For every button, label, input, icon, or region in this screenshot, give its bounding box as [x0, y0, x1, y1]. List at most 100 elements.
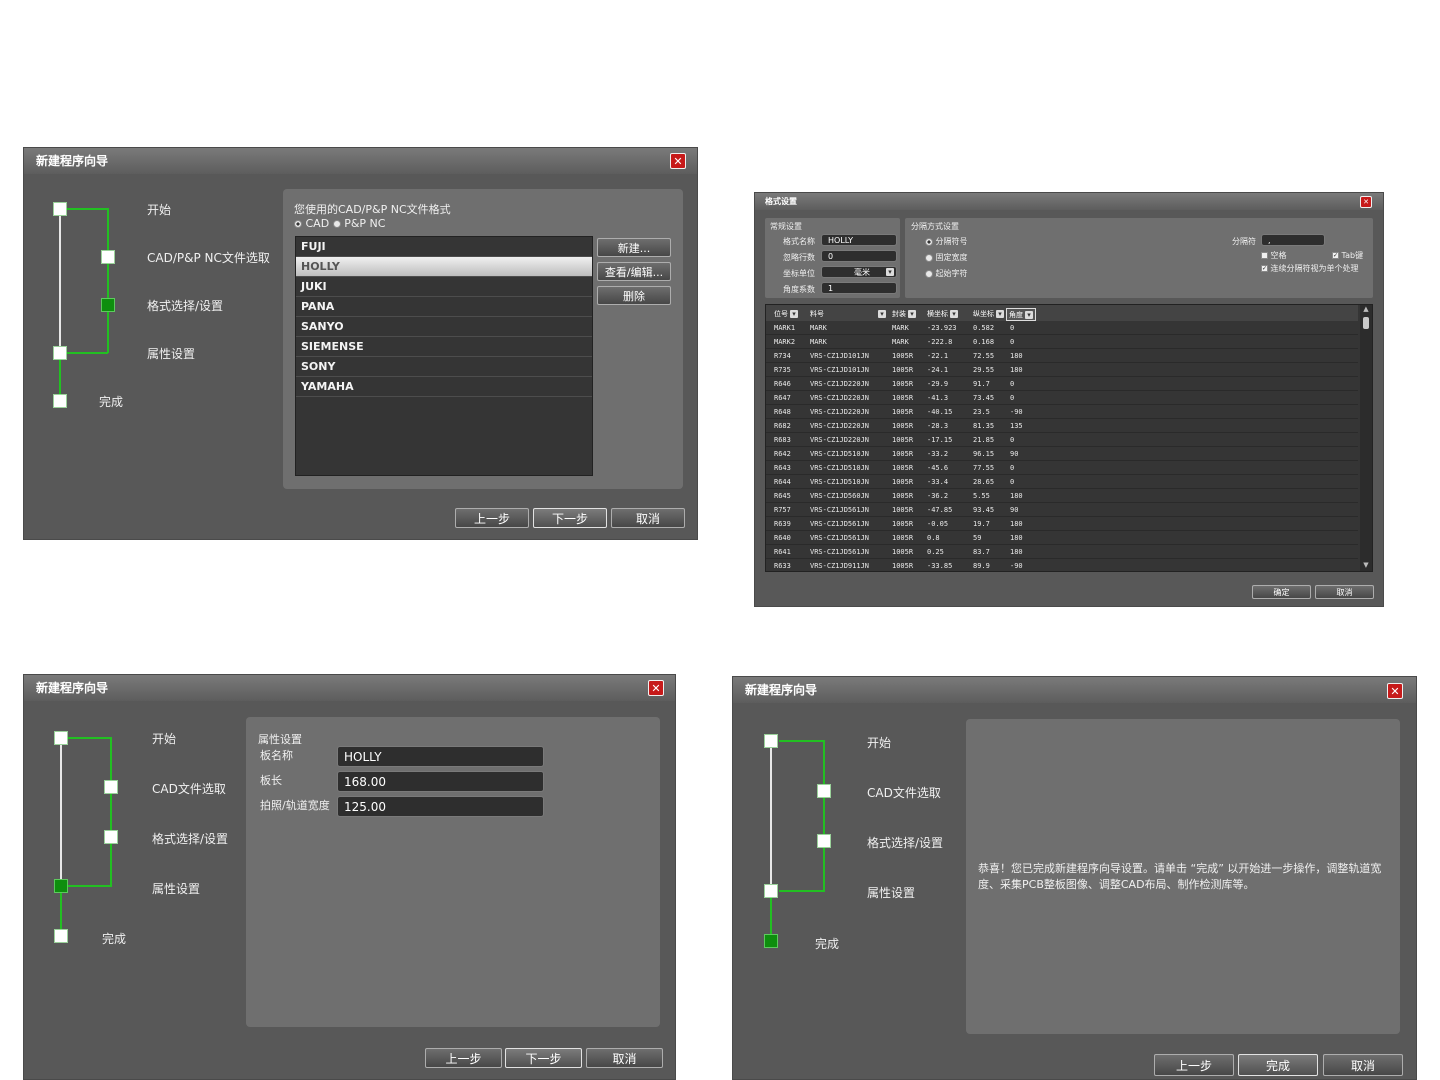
list-item[interactable]: JUKI: [296, 277, 592, 297]
angle-factor-field[interactable]: 1: [821, 282, 897, 294]
delete-format-button[interactable]: 删除: [597, 286, 671, 305]
table-row[interactable]: R734 VRS-CZ1JD101JN 1005R -22.1 72.55 180: [766, 349, 1358, 363]
list-item[interactable]: HOLLY: [296, 257, 592, 277]
close-icon[interactable]: ✕: [670, 153, 686, 169]
space-checkbox[interactable]: [1261, 252, 1268, 259]
step-label-done: 完成: [102, 932, 127, 946]
edit-format-button[interactable]: 查看/编辑...: [597, 262, 671, 281]
cancel-button[interactable]: 取消: [586, 1048, 663, 1068]
column-header[interactable]: 位号 ▾: [774, 308, 798, 319]
table-cell: 90: [1010, 450, 1019, 458]
list-item[interactable]: PANA: [296, 297, 592, 317]
table-row[interactable]: R683 VRS-CZ1JD220JN 1005R -17.15 21.85 0: [766, 433, 1358, 447]
table-cell: 180: [1010, 352, 1023, 360]
next-button[interactable]: 下一步: [533, 508, 607, 528]
list-item[interactable]: FUJI: [296, 237, 592, 257]
scroll-thumb[interactable]: [1363, 317, 1369, 329]
prev-button[interactable]: 上一步: [1154, 1054, 1234, 1076]
table-row[interactable]: R757 VRS-CZ1JD561JN 1005R -47.85 93.45 90: [766, 503, 1358, 517]
skip-rows-field[interactable]: 0: [821, 250, 897, 262]
chevron-down-icon[interactable]: ▾: [950, 309, 958, 318]
window-title: 新建程序向导: [745, 683, 818, 697]
radio-fixed-width[interactable]: [925, 253, 933, 262]
step-box-format: [104, 830, 118, 844]
table-cell: VRS-CZ1JD220JN: [810, 408, 870, 416]
next-button[interactable]: 下一步: [505, 1048, 582, 1068]
unit-select[interactable]: 毫米 ▾: [821, 266, 897, 278]
unit-value: 毫米: [854, 267, 870, 277]
radio-start-char[interactable]: [925, 269, 933, 278]
dialog-title: 格式设置: [765, 197, 797, 206]
table-row[interactable]: R646 VRS-CZ1JD220JN 1005R -29.9 91.7 0: [766, 377, 1358, 391]
window-title: 新建程序向导: [36, 681, 109, 695]
column-header[interactable]: 角度 ▾: [1006, 308, 1036, 321]
table-row[interactable]: R735 VRS-CZ1JD101JN 1005R -24.1 29.55 180: [766, 363, 1358, 377]
format-name-field[interactable]: HOLLY: [821, 234, 897, 246]
chevron-down-icon[interactable]: ▾: [790, 309, 798, 318]
table-cell: -33.4: [927, 478, 949, 486]
list-item[interactable]: YAMAHA: [296, 377, 592, 397]
preview-table[interactable]: 位号 ▾ 料号 ▾ 封装 ▾ 横坐标 ▾ 纵坐标 ▾ 角度 ▾ MARK1 MARK MARK…: [765, 304, 1373, 572]
prev-button[interactable]: 上一步: [455, 508, 529, 528]
table-row[interactable]: R648 VRS-CZ1JD220JN 1005R -40.15 23.5 -90: [766, 405, 1358, 419]
table-row[interactable]: R682 VRS-CZ1JD220JN 1005R -28.3 81.35 135: [766, 419, 1358, 433]
table-row[interactable]: R644 VRS-CZ1JD510JN 1005R -33.4 28.65 0: [766, 475, 1358, 489]
radio-pnp[interactable]: [332, 220, 341, 228]
tab-label: Tab键: [1341, 251, 1364, 260]
table-row[interactable]: R633 VRS-CZ1JD911JN 1005R -33.85 89.9 -90: [766, 559, 1358, 571]
cancel-button[interactable]: 取消: [1323, 1054, 1403, 1076]
chevron-down-icon[interactable]: ▾: [1025, 310, 1033, 319]
list-item[interactable]: SIEMENSE: [296, 337, 592, 357]
step-box-props: [53, 346, 67, 360]
table-row[interactable]: R641 VRS-CZ1JD561JN 1005R 0.25 83.7 180: [766, 545, 1358, 559]
column-header[interactable]: 横坐标 ▾: [927, 308, 958, 319]
table-row[interactable]: MARK1 MARK MARK -23.923 0.582 0: [766, 321, 1358, 335]
track-width-field[interactable]: 125.00: [337, 796, 544, 817]
step-box-done: [53, 394, 67, 408]
scroll-up-icon[interactable]: ▲: [1360, 305, 1372, 315]
prev-button[interactable]: 上一步: [425, 1048, 502, 1068]
board-length-field[interactable]: 168.00: [337, 771, 544, 792]
list-item[interactable]: SONY: [296, 357, 592, 377]
column-dropdown[interactable]: ▾: [876, 308, 886, 319]
chevron-down-icon[interactable]: ▾: [996, 309, 1004, 318]
scroll-down-icon[interactable]: ▼: [1360, 561, 1372, 571]
table-row[interactable]: R639 VRS-CZ1JD561JN 1005R -0.05 19.7 180: [766, 517, 1358, 531]
close-icon[interactable]: ✕: [1360, 196, 1372, 208]
ok-button[interactable]: 确定: [1252, 585, 1311, 599]
new-format-button[interactable]: 新建...: [597, 238, 671, 257]
table-row[interactable]: R643 VRS-CZ1JD510JN 1005R -45.6 77.55 0: [766, 461, 1358, 475]
chevron-down-icon[interactable]: ▾: [908, 309, 916, 318]
step-box-file: [101, 250, 115, 264]
column-header[interactable]: 料号: [810, 308, 824, 319]
column-header[interactable]: 纵坐标 ▾: [973, 308, 1004, 319]
cancel-button[interactable]: 取消: [1315, 585, 1374, 599]
table-row[interactable]: R645 VRS-CZ1JD560JN 1005R -36.2 5.55 180: [766, 489, 1358, 503]
format-list[interactable]: FUJI HOLLY JUKI PANA SANYO SIEMENSE SONY…: [295, 236, 593, 476]
table-row[interactable]: R642 VRS-CZ1JD510JN 1005R -33.2 96.15 90: [766, 447, 1358, 461]
chevron-down-icon[interactable]: ▾: [878, 309, 886, 318]
space-checkbox-row: 空格: [1261, 250, 1287, 261]
table-row[interactable]: R640 VRS-CZ1JD561JN 1005R 0.8 59 180: [766, 531, 1358, 545]
radio-cad[interactable]: [294, 220, 302, 228]
table-row[interactable]: MARK2 MARK MARK -222.8 0.168 0: [766, 335, 1358, 349]
chevron-down-icon[interactable]: ▾: [886, 268, 894, 276]
table-cell: VRS-CZ1JD220JN: [810, 394, 870, 402]
close-icon[interactable]: ✕: [648, 680, 664, 696]
board-name-field[interactable]: HOLLY: [337, 746, 544, 767]
tab-checkbox[interactable]: ✓: [1332, 252, 1339, 259]
column-header[interactable]: 封装 ▾: [892, 308, 916, 319]
step-box-done: [764, 934, 778, 948]
list-item[interactable]: SANYO: [296, 317, 592, 337]
cancel-button[interactable]: 取消: [611, 508, 685, 528]
radio-delimiter[interactable]: [925, 237, 933, 246]
close-icon[interactable]: ✕: [1387, 683, 1403, 699]
radio-pnp-label: P&P NC: [344, 217, 386, 230]
merge-checkbox[interactable]: ✓: [1261, 265, 1268, 272]
table-row[interactable]: R647 VRS-CZ1JD220JN 1005R -41.3 73.45 0: [766, 391, 1358, 405]
separator-field[interactable]: ,: [1261, 234, 1325, 246]
table-cell: VRS-CZ1JD220JN: [810, 436, 870, 444]
vertical-scrollbar[interactable]: ▲ ▼: [1360, 305, 1372, 571]
table-cell: -222.8: [927, 338, 953, 346]
finish-button[interactable]: 完成: [1238, 1054, 1318, 1076]
